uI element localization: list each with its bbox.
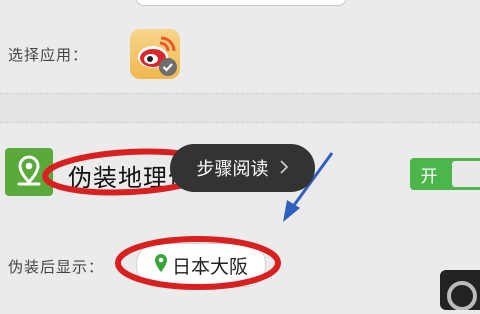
location-tile-icon	[5, 148, 53, 196]
select-app-label: 选择应用：	[8, 46, 89, 64]
weibo-app-icon[interactable]	[130, 29, 180, 79]
chevron-right-icon	[279, 158, 289, 179]
toggle-label: 开	[420, 166, 438, 187]
top-field[interactable]	[135, 0, 347, 6]
fake-location-toggle[interactable]: 开	[410, 158, 480, 190]
step-reading-toast[interactable]: 步骤阅读	[170, 144, 315, 192]
toggle-knob	[452, 161, 480, 187]
map-pin-icon	[154, 253, 168, 278]
location-display[interactable]: 日本大阪	[136, 243, 266, 287]
location-value: 日本大阪	[171, 255, 248, 278]
section-divider	[0, 93, 480, 123]
pointer-arrow-head	[283, 200, 300, 222]
display-after-label: 伪装后显示：	[8, 258, 105, 276]
toast-text: 步骤阅读	[196, 159, 269, 180]
corner-tile	[440, 270, 480, 311]
